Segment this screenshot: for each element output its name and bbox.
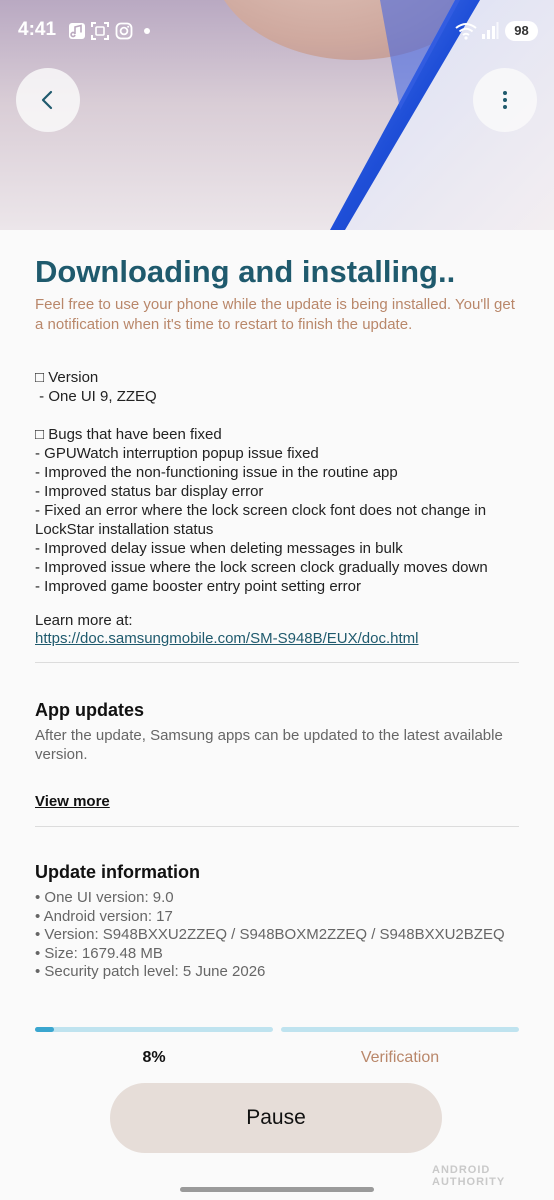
view-more-link[interactable]: View more: [35, 793, 110, 810]
app-updates-description: After the update, Samsung apps can be up…: [35, 727, 503, 763]
more-options-button[interactable]: [473, 68, 537, 132]
bug-item: - Improved status bar display error: [35, 483, 264, 500]
chevron-left-icon: [41, 90, 53, 110]
version-heading: □ Version: [35, 369, 99, 386]
wifi-icon: [455, 23, 477, 40]
notification-dot: [144, 28, 150, 34]
watermark: ANDROID AUTHORITY: [432, 1164, 506, 1188]
status-time: 4:41: [18, 19, 57, 40]
bug-item: - Improved game booster entry point sett…: [35, 578, 361, 595]
info-item: • One UI version: 9.0: [35, 889, 174, 906]
update-info-list: • One UI version: 9.0 • Android version:…: [35, 889, 519, 982]
more-vertical-icon: [503, 91, 507, 109]
info-item: • Android version: 17: [35, 907, 173, 925]
info-item: • Size: 1679.48 MB: [35, 944, 163, 962]
bug-item: - GPUWatch interruption popup issue fixe…: [35, 445, 319, 462]
instagram-icon: [115, 22, 133, 40]
download-progress-bar: [35, 1027, 273, 1032]
bug-item: - Improved the non-functioning issue in …: [35, 464, 398, 481]
version-value: - One UI 9, ZZEQ: [35, 388, 157, 405]
signal-icon: [482, 22, 499, 39]
divider: [35, 826, 519, 827]
status-bar: 4:41 98: [0, 0, 554, 62]
app-updates-title: App updates: [35, 700, 145, 720]
bug-item: - Improved delay issue when deleting mes…: [35, 540, 403, 557]
verification-label: Verification: [360, 1049, 440, 1066]
page-title: Downloading and installing..: [35, 254, 456, 289]
pause-button[interactable]: Pause: [110, 1083, 442, 1153]
verification-progress-bar: [281, 1027, 519, 1032]
page-subtitle: Feel free to use your phone while the up…: [35, 296, 515, 333]
update-info-title: Update information: [35, 862, 200, 882]
divider: [35, 662, 519, 663]
bugs-heading: □ Bugs that have been fixed: [35, 426, 222, 443]
info-item: • Version: S948BXXU2ZZEQ / S948BOXM2ZZEQ…: [35, 926, 505, 943]
screen-capture-icon: [91, 22, 109, 40]
home-indicator[interactable]: [180, 1187, 374, 1192]
release-notes-link[interactable]: https://doc.samsungmobile.com/SM-S948B/E…: [35, 630, 419, 647]
bug-item: - Improved issue where the lock screen c…: [35, 559, 488, 576]
learn-more-label: Learn more at:: [35, 612, 133, 629]
release-notes: □ Version - One UI 9, ZZEQ □ Bugs that h…: [35, 368, 519, 596]
download-percent: 8%: [142, 1049, 166, 1066]
battery-indicator: 98: [505, 21, 538, 41]
back-button[interactable]: [16, 68, 80, 132]
music-note-icon: [69, 23, 85, 39]
bug-item: - Fixed an error where the lock screen c…: [35, 502, 487, 538]
download-progress-fill: [35, 1027, 55, 1032]
info-item: • Security patch level: 5 June 2026: [35, 963, 266, 980]
